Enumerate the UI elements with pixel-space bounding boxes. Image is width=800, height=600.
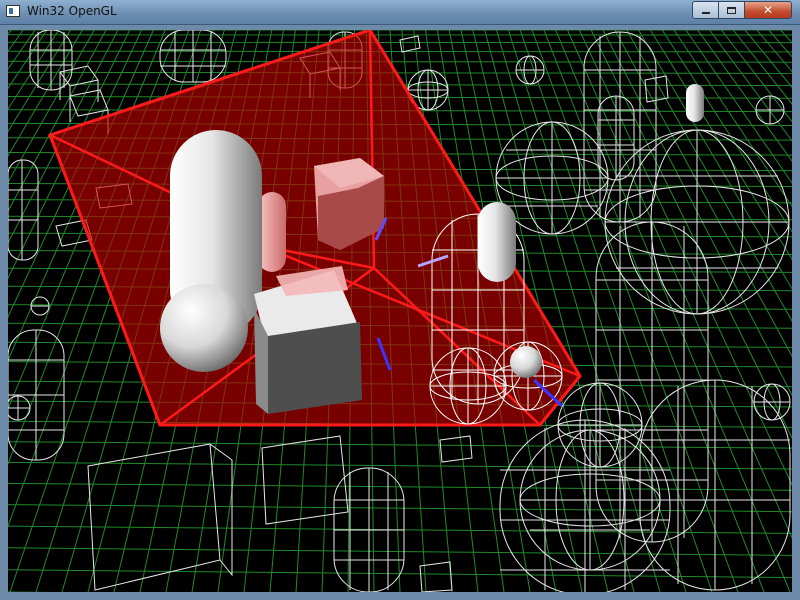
wire-sphere: [30, 296, 50, 316]
grid-line: [8, 441, 792, 449]
title-bar[interactable]: Win32 OpenGL ✕: [0, 0, 800, 25]
maximize-icon: [727, 6, 736, 14]
wire-capsule: [583, 31, 657, 223]
grid-line: [8, 30, 60, 110]
wire-capsule: [8, 329, 65, 461]
window-app-icon[interactable]: [6, 5, 20, 17]
close-icon: ✕: [762, 3, 774, 17]
wire-sphere: [755, 95, 785, 125]
opengl-viewport[interactable]: [8, 30, 792, 592]
wire-sphere: [429, 347, 507, 425]
close-button[interactable]: ✕: [744, 1, 792, 19]
grid-line: [8, 30, 107, 213]
minimize-button[interactable]: [692, 1, 719, 19]
grid-line: [8, 504, 792, 513]
wire-sphere: [753, 383, 791, 421]
grid-line: [8, 71, 792, 74]
grid-line: [8, 461, 792, 470]
wire-sphere: [604, 129, 790, 315]
grid-line: [8, 60, 792, 63]
grid-line: [8, 30, 83, 157]
minimize-icon: [701, 12, 710, 14]
grid-line: [8, 30, 95, 184]
grid-line: [8, 30, 36, 70]
maximize-button[interactable]: [718, 1, 745, 19]
white-sphere[interactable]: [160, 284, 248, 372]
wire-sphere: [557, 382, 643, 468]
scene-canvas[interactable]: [8, 30, 792, 592]
grid-line: [8, 30, 71, 133]
wire-box: [439, 435, 473, 463]
app-window: Win32 OpenGL ✕: [0, 0, 800, 600]
pink-capsule[interactable]: [258, 192, 286, 272]
wire-capsule: [639, 379, 791, 591]
wire-capsule: [159, 30, 227, 83]
window-title: Win32 OpenGL: [27, 4, 117, 18]
grid-line: [8, 50, 792, 53]
wire-box: [87, 443, 233, 591]
wire-sphere: [519, 429, 661, 571]
grid-line: [8, 30, 48, 90]
